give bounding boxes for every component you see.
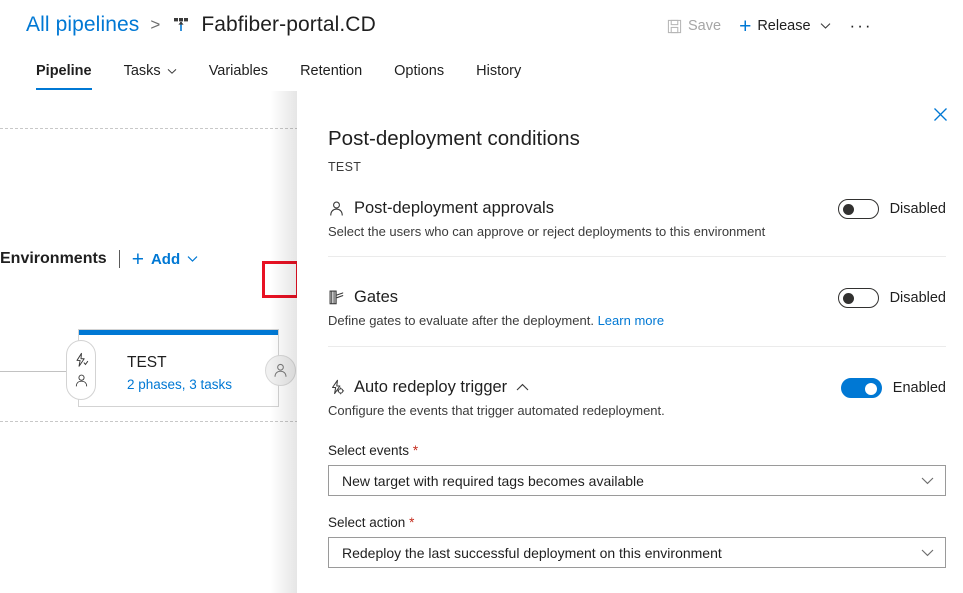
section-description: Select the users who can approve or reje… bbox=[328, 224, 765, 241]
environment-card-phases-link[interactable]: 2 phases, 3 tasks bbox=[127, 377, 232, 392]
release-pipeline-icon bbox=[171, 15, 191, 35]
environment-card-name: TEST bbox=[127, 354, 167, 372]
environment-card-accent-bar bbox=[79, 330, 278, 335]
auto-redeploy-toggle[interactable] bbox=[841, 378, 882, 398]
tab-history[interactable]: History bbox=[460, 59, 537, 90]
section-description: Define gates to evaluate after the deplo… bbox=[328, 313, 664, 330]
select-action-value: Redeploy the last successful deployment … bbox=[342, 545, 722, 561]
save-label: Save bbox=[688, 18, 721, 34]
person-approval-icon bbox=[74, 373, 89, 388]
post-deployment-approvals-toggle-wrap: Disabled bbox=[838, 199, 946, 219]
section-gates: Gates Define gates to evaluate after the… bbox=[328, 288, 946, 330]
tab-variables[interactable]: Variables bbox=[193, 59, 284, 90]
learn-more-link[interactable]: Learn more bbox=[598, 313, 664, 328]
section-description: Configure the events that trigger automa… bbox=[328, 403, 665, 420]
select-events-dropdown[interactable]: New target with required tags becomes av… bbox=[328, 465, 946, 496]
more-actions-button[interactable]: ··· bbox=[842, 13, 881, 39]
select-events-label: Select events * bbox=[328, 443, 946, 458]
header-separator bbox=[119, 250, 120, 268]
section-divider-2 bbox=[328, 346, 946, 347]
environments-header: Environments + Add bbox=[0, 246, 198, 272]
toolbar: Save + Release ··· bbox=[660, 12, 881, 40]
select-action-label-text: Select action bbox=[328, 515, 405, 530]
tab-tasks[interactable]: Tasks bbox=[108, 59, 193, 90]
post-deployment-approvals-toggle[interactable] bbox=[838, 199, 879, 219]
section-title: Auto redeploy trigger bbox=[354, 378, 507, 397]
toggle-knob bbox=[843, 293, 854, 304]
section-divider-1 bbox=[328, 256, 946, 257]
select-action-dropdown[interactable]: Redeploy the last successful deployment … bbox=[328, 537, 946, 568]
field-select-action: Select action * Redeploy the last succes… bbox=[328, 515, 946, 568]
chevron-up-icon[interactable] bbox=[516, 383, 529, 392]
section-title: Post-deployment approvals bbox=[354, 199, 554, 218]
auto-redeploy-toggle-wrap: Enabled bbox=[841, 378, 946, 398]
panel-shadow bbox=[270, 91, 297, 593]
chevron-down-icon bbox=[187, 255, 198, 263]
section-title: Gates bbox=[354, 288, 398, 307]
release-label: Release bbox=[757, 18, 810, 34]
lightning-gear-icon bbox=[328, 379, 345, 396]
lightning-trigger-icon bbox=[73, 352, 89, 368]
toggle-label: Disabled bbox=[890, 201, 946, 217]
chevron-down-icon bbox=[921, 548, 934, 557]
tab-bar: Pipeline Tasks Variables Retention Optio… bbox=[20, 55, 537, 90]
environment-card-test[interactable]: TEST 2 phases, 3 tasks bbox=[78, 329, 279, 407]
add-label: Add bbox=[151, 251, 180, 268]
pre-deployment-conditions-button[interactable] bbox=[66, 340, 96, 400]
tab-pipeline[interactable]: Pipeline bbox=[20, 59, 108, 90]
toggle-label: Enabled bbox=[893, 380, 946, 396]
tab-history-label: History bbox=[476, 63, 521, 79]
save-floppy-icon bbox=[667, 19, 682, 34]
chevron-down-icon bbox=[921, 476, 934, 485]
field-select-events: Select events * New target with required… bbox=[328, 443, 946, 496]
add-environment-button[interactable]: + Add bbox=[132, 249, 198, 270]
app-root: All pipelines > Fabfiber-portal.CD Sa bbox=[0, 0, 963, 593]
tab-variables-label: Variables bbox=[209, 63, 268, 79]
tab-tasks-label: Tasks bbox=[124, 63, 161, 79]
tab-retention[interactable]: Retention bbox=[284, 59, 378, 90]
tab-options[interactable]: Options bbox=[378, 59, 460, 90]
chevron-down-icon bbox=[167, 68, 177, 75]
tab-retention-label: Retention bbox=[300, 63, 362, 79]
save-button[interactable]: Save bbox=[660, 15, 728, 37]
breadcrumb-separator: > bbox=[150, 15, 160, 35]
select-events-label-text: Select events bbox=[328, 443, 409, 458]
release-button[interactable]: + Release bbox=[732, 13, 837, 40]
tab-pipeline-label: Pipeline bbox=[36, 63, 92, 79]
person-icon bbox=[328, 200, 345, 217]
required-marker: * bbox=[413, 443, 418, 458]
gates-toggle[interactable] bbox=[838, 288, 879, 308]
plus-icon: + bbox=[132, 249, 144, 270]
toggle-knob bbox=[865, 383, 877, 395]
tab-options-label: Options bbox=[394, 63, 444, 79]
panel-title: Post-deployment conditions bbox=[328, 127, 580, 151]
plus-icon: + bbox=[739, 16, 751, 37]
gates-description-text: Define gates to evaluate after the deplo… bbox=[328, 313, 594, 328]
toggle-knob bbox=[843, 204, 854, 215]
breadcrumb: All pipelines > Fabfiber-portal.CD bbox=[26, 8, 376, 42]
panel-subtitle: TEST bbox=[328, 160, 361, 174]
close-icon[interactable] bbox=[929, 103, 951, 125]
gates-toggle-wrap: Disabled bbox=[838, 288, 946, 308]
breadcrumb-all-pipelines-link[interactable]: All pipelines bbox=[26, 13, 139, 37]
select-action-label: Select action * bbox=[328, 515, 946, 530]
section-auto-redeploy-trigger: Auto redeploy trigger Configure the even… bbox=[328, 378, 946, 420]
section-post-deployment-approvals: Post-deployment approvals Select the use… bbox=[328, 199, 946, 241]
toggle-label: Disabled bbox=[890, 290, 946, 306]
environments-label: Environments bbox=[0, 250, 107, 268]
required-marker: * bbox=[409, 515, 414, 530]
select-events-value: New target with required tags becomes av… bbox=[342, 473, 644, 489]
page-title: Fabfiber-portal.CD bbox=[201, 13, 376, 37]
post-deployment-conditions-panel: Post-deployment conditions TEST Post-dep… bbox=[297, 91, 963, 593]
gate-icon bbox=[328, 289, 345, 306]
chevron-down-icon bbox=[820, 22, 831, 30]
